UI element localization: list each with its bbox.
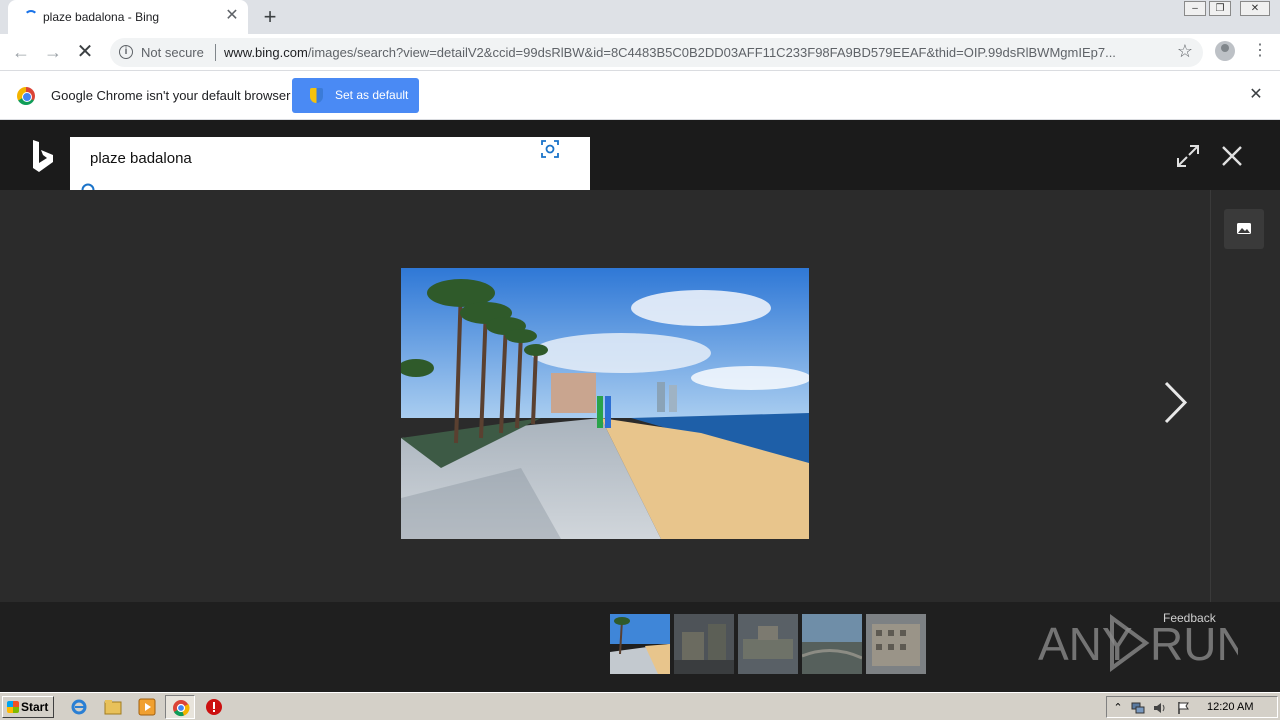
- thumbnail-2[interactable]: [674, 614, 734, 674]
- anyrun-watermark-logo: ANY RUN: [1038, 614, 1238, 672]
- window-close-button[interactable]: ✕: [1240, 1, 1270, 16]
- url-host: www.bing.com: [224, 45, 308, 60]
- uac-shield-icon: [310, 88, 323, 103]
- url-text[interactable]: www.bing.com/images/search?view=detailV2…: [224, 45, 1169, 60]
- taskbar-clock[interactable]: 12:20 AM: [1207, 701, 1253, 713]
- forward-arrow-icon[interactable]: →: [41, 40, 65, 64]
- stop-loading-icon[interactable]: ✕: [73, 40, 97, 64]
- window-restore-button[interactable]: ❐: [1209, 1, 1231, 16]
- tab-close-icon[interactable]: ✕: [224, 8, 240, 24]
- main-beach-image[interactable]: [401, 268, 809, 539]
- side-panel: [1210, 190, 1280, 602]
- volume-icon[interactable]: [1153, 701, 1167, 715]
- next-image-chevron-icon[interactable]: [1160, 380, 1190, 425]
- windows-logo-icon: [7, 701, 19, 713]
- bookmark-star-icon[interactable]: ☆: [1174, 40, 1196, 62]
- media-player-icon[interactable]: [138, 698, 156, 716]
- image-icon: [1237, 223, 1251, 234]
- chrome-logo-icon: [17, 87, 35, 105]
- new-tab-button[interactable]: +: [258, 5, 282, 29]
- thumbnail-3[interactable]: [738, 614, 798, 674]
- search-input[interactable]: plaze badalona: [90, 150, 192, 167]
- security-status[interactable]: Not secure: [141, 45, 204, 60]
- info-icon[interactable]: i: [119, 45, 133, 59]
- tab-title: plaze badalona - Bing: [43, 10, 160, 24]
- start-label: Start: [21, 700, 49, 714]
- chrome-taskbar-button[interactable]: [165, 695, 195, 719]
- browser-tab-strip: plaze badalona - Bing ✕ + – ❐ ✕: [0, 0, 1280, 34]
- loading-spinner-icon: [24, 10, 38, 24]
- search-box[interactable]: plaze badalona: [70, 137, 590, 190]
- tray-expand-icon[interactable]: ⌃: [1111, 701, 1125, 715]
- opera-stop-icon[interactable]: [205, 698, 223, 716]
- start-button[interactable]: Start: [2, 696, 54, 718]
- thumbnail-filmstrip: Feedback ANY RUN: [0, 602, 1280, 692]
- chrome-icon: [173, 700, 190, 717]
- browser-tab[interactable]: plaze badalona - Bing ✕: [8, 0, 248, 34]
- close-viewer-icon[interactable]: [1220, 144, 1244, 168]
- bing-header: plaze badalona: [0, 120, 1280, 190]
- thumbnail-1[interactable]: [610, 614, 670, 674]
- browser-toolbar: ← → ✕ i Not secure www.bing.com/images/s…: [0, 34, 1280, 71]
- omnibox-divider: [215, 44, 216, 61]
- internet-explorer-icon[interactable]: [70, 698, 88, 716]
- infobar-message: Google Chrome isn't your default browser: [51, 88, 291, 103]
- active-thumbnail-indicator: [610, 75, 670, 78]
- network-icon[interactable]: [1131, 701, 1145, 715]
- image-details-button[interactable]: [1224, 209, 1264, 249]
- browser-menu-icon[interactable]: ⋮: [1252, 40, 1268, 62]
- profile-avatar-icon[interactable]: [1215, 41, 1235, 61]
- set-as-default-label: Set as default: [335, 88, 409, 102]
- set-as-default-button[interactable]: Set as default: [292, 78, 419, 113]
- svg-text:RUN: RUN: [1150, 618, 1238, 670]
- expand-icon[interactable]: [1176, 144, 1200, 168]
- back-arrow-icon[interactable]: ←: [9, 40, 33, 64]
- thumbnail-4[interactable]: [802, 614, 862, 674]
- action-center-flag-icon[interactable]: [1177, 701, 1191, 715]
- system-tray: ⌃ 12:20 AM: [1106, 696, 1278, 718]
- thumbnail-5[interactable]: [866, 614, 926, 674]
- infobar-close-icon[interactable]: ✕: [1247, 86, 1265, 104]
- bing-logo-icon[interactable]: [31, 139, 55, 173]
- file-explorer-icon[interactable]: [104, 698, 122, 716]
- url-path: /images/search?view=detailV2&ccid=99dsRl…: [307, 45, 1116, 60]
- window-minimize-button[interactable]: –: [1184, 1, 1206, 16]
- windows-taskbar: Start ⌃ 12:20 AM: [0, 692, 1280, 720]
- default-browser-infobar: Google Chrome isn't your default browser…: [0, 71, 1280, 120]
- address-bar[interactable]: i Not secure www.bing.com/images/search?…: [110, 38, 1203, 67]
- visual-search-icon[interactable]: [541, 140, 559, 158]
